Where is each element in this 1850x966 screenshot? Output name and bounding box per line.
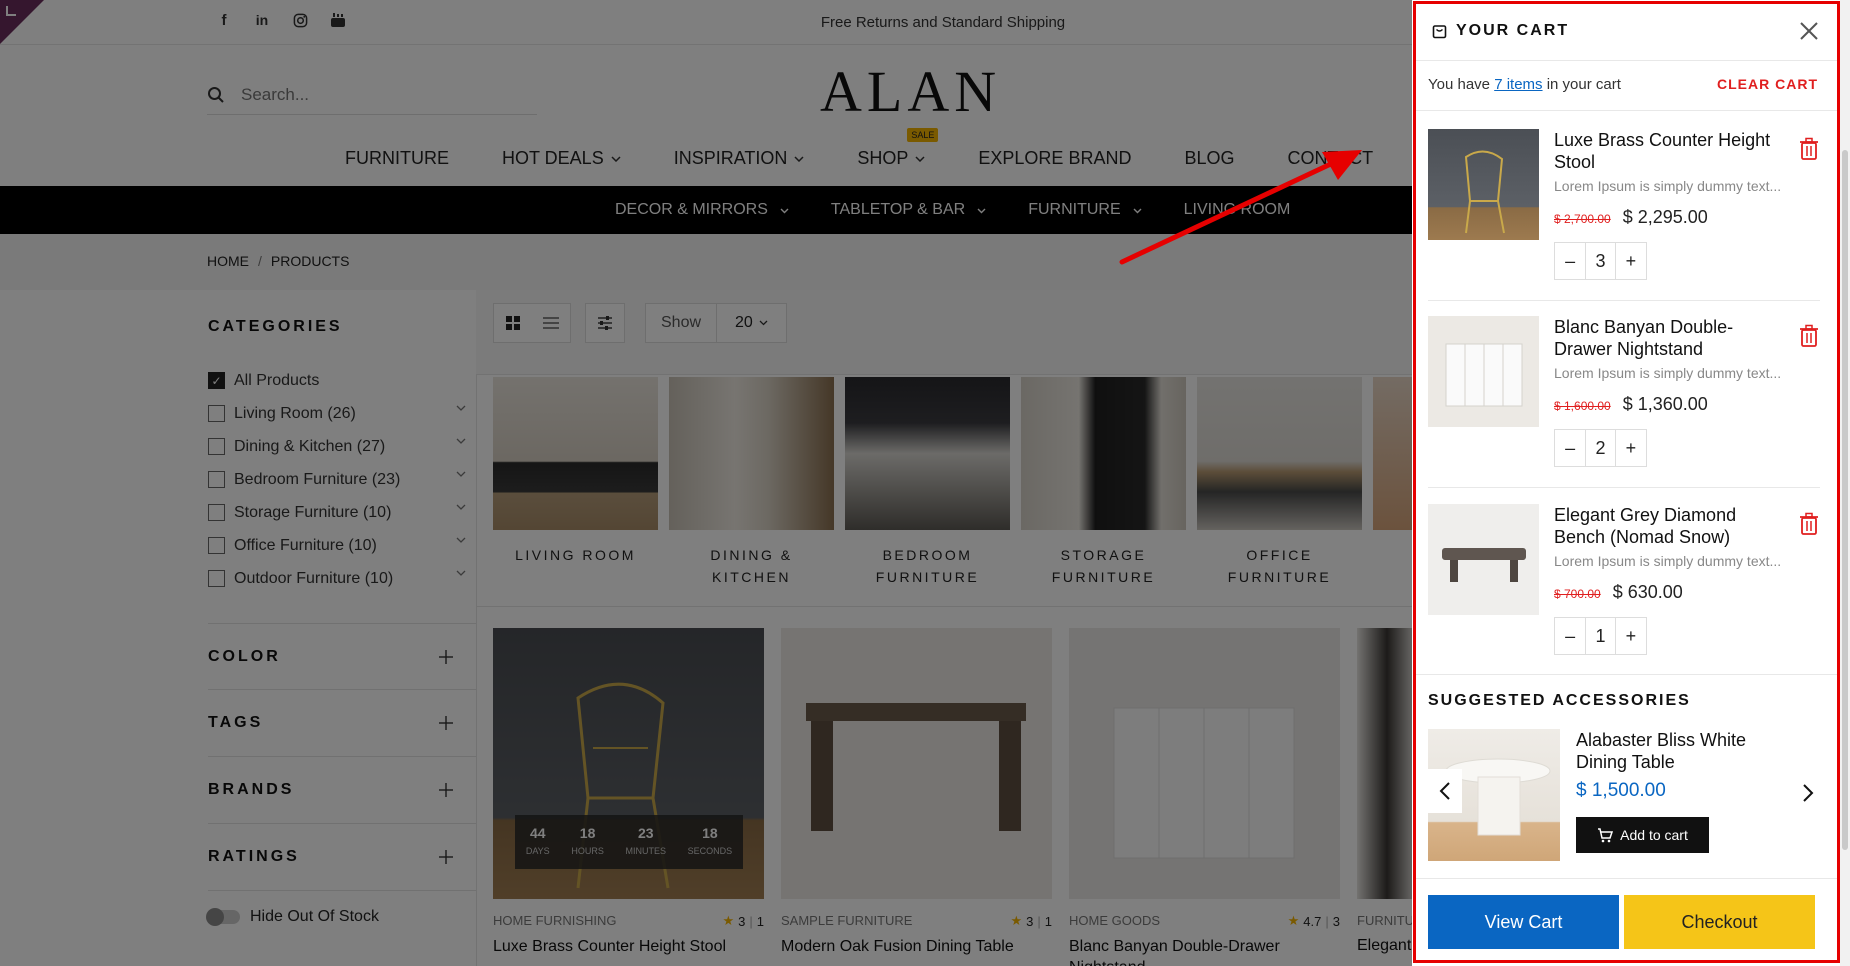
qty-minus-button[interactable]: – — [1555, 430, 1585, 466]
carousel-prev-button[interactable] — [1428, 769, 1462, 813]
cart-item-image[interactable] — [1428, 504, 1539, 615]
current-price: $ 1,360.00 — [1622, 394, 1708, 414]
qty-minus-button[interactable]: – — [1555, 618, 1585, 654]
bench-thumbnail — [1442, 548, 1526, 582]
carousel-next-button[interactable] — [1796, 781, 1820, 805]
cart-item-name[interactable]: Elegant Grey Diamond Bench (Nomad Snow) — [1554, 504, 1782, 548]
cart-item-name[interactable]: Blanc Banyan Double-Drawer Nightstand — [1554, 316, 1782, 360]
qty-plus-button[interactable]: + — [1616, 618, 1646, 654]
quantity-stepper: – 2 + — [1554, 429, 1647, 467]
current-price: $ 630.00 — [1612, 582, 1683, 602]
chevron-left-icon — [1439, 782, 1450, 800]
divider — [1428, 300, 1820, 301]
suggested-carousel: Alabaster Bliss White Dining Table $ 1,5… — [1428, 729, 1820, 861]
cart-title: YOUR CART — [1456, 22, 1570, 39]
remove-item-button[interactable] — [1798, 324, 1820, 348]
old-price: $ 1,600.00 — [1554, 399, 1611, 413]
cart-bag-icon — [1432, 25, 1447, 39]
cart-item-desc: Lorem Ipsum is simply dummy text... — [1554, 178, 1782, 194]
drawer-scrollbar[interactable] — [1840, 0, 1850, 966]
cart-item: Blanc Banyan Double-Drawer Nightstand Lo… — [1428, 316, 1820, 467]
divider — [1416, 674, 1837, 675]
clear-cart-button[interactable]: CLEAR CART — [1717, 76, 1818, 92]
cart-item-desc: Lorem Ipsum is simply dummy text... — [1554, 553, 1782, 569]
quantity-stepper: – 1 + — [1554, 617, 1647, 655]
close-button[interactable] — [1796, 18, 1822, 44]
quantity-stepper: – 3 + — [1554, 242, 1647, 280]
qty-value[interactable]: 2 — [1585, 430, 1616, 466]
qty-value[interactable]: 3 — [1585, 243, 1616, 279]
divider — [1416, 60, 1837, 61]
cart-item: Luxe Brass Counter Height Stool Lorem Ip… — [1428, 129, 1820, 280]
qty-minus-button[interactable]: – — [1555, 243, 1585, 279]
add-to-cart-button[interactable]: Add to cart — [1576, 817, 1709, 853]
cart-icon — [1598, 827, 1614, 842]
divider — [1416, 878, 1837, 879]
suggested-name[interactable]: Alabaster Bliss White Dining Table — [1576, 729, 1788, 773]
trash-icon — [1800, 137, 1818, 160]
cart-item-count-link[interactable]: 7 items — [1494, 76, 1542, 93]
qty-value[interactable]: 1 — [1585, 618, 1616, 654]
view-cart-button[interactable]: View Cart — [1428, 895, 1619, 949]
cart-header: YOUR CART — [1432, 18, 1822, 44]
nightstand-thumbnail — [1445, 343, 1523, 407]
cart-item-image[interactable] — [1428, 129, 1539, 240]
remove-item-button[interactable] — [1798, 137, 1820, 161]
old-price: $ 2,700.00 — [1554, 212, 1611, 226]
chevron-right-icon — [1803, 784, 1814, 802]
close-icon — [1800, 22, 1818, 40]
divider — [1428, 487, 1820, 488]
trash-icon — [1800, 512, 1818, 535]
qty-plus-button[interactable]: + — [1616, 243, 1646, 279]
chair-thumbnail — [1464, 150, 1505, 234]
qty-plus-button[interactable]: + — [1616, 430, 1646, 466]
cart-item-image[interactable] — [1428, 316, 1539, 427]
cart-item: Elegant Grey Diamond Bench (Nomad Snow) … — [1428, 504, 1820, 655]
remove-item-button[interactable] — [1798, 512, 1820, 536]
current-price: $ 2,295.00 — [1622, 207, 1708, 227]
cart-footer: View Cart Checkout — [1428, 895, 1815, 949]
cart-summary: You have 7 items in your cart CLEAR CART — [1428, 76, 1818, 93]
divider — [1416, 110, 1837, 111]
suggested-heading: SUGGESTED ACCESSORIES — [1428, 692, 1691, 709]
cart-item-name[interactable]: Luxe Brass Counter Height Stool — [1554, 129, 1782, 173]
trash-icon — [1800, 324, 1818, 347]
scrollbar-thumb[interactable] — [1842, 150, 1848, 850]
suggested-price: $ 1,500.00 — [1576, 780, 1666, 801]
old-price: $ 700.00 — [1554, 587, 1601, 601]
cart-item-desc: Lorem Ipsum is simply dummy text... — [1554, 365, 1782, 381]
checkout-button[interactable]: Checkout — [1624, 895, 1815, 949]
